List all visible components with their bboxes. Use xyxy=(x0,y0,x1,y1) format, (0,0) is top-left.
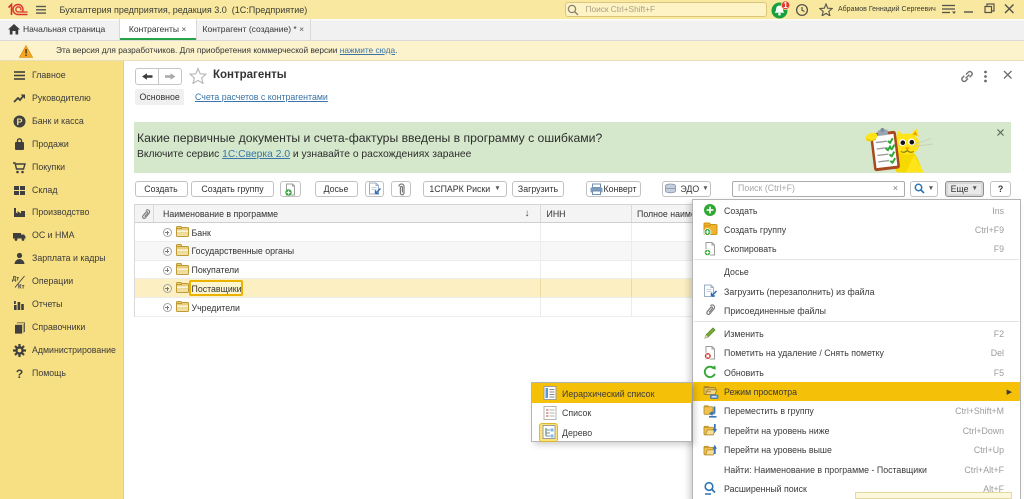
svg-text:?: ? xyxy=(16,367,23,381)
svg-text:1: 1 xyxy=(783,1,788,10)
svg-text:Кт: Кт xyxy=(18,285,25,291)
svg-text:Дт: Дт xyxy=(12,277,19,283)
svg-text:P: P xyxy=(16,117,22,127)
